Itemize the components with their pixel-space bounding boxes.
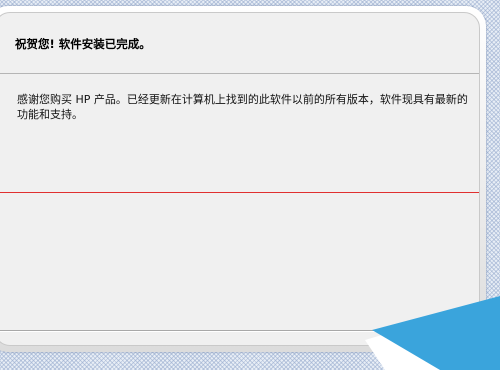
footer-divider-highlight — [0, 331, 479, 332]
header-area: 祝贺您! 软件安装已完成。 — [0, 13, 479, 74]
separator-line — [0, 192, 479, 193]
completion-title: 祝贺您! 软件安装已完成。 — [15, 37, 151, 51]
installer-window: 祝贺您! 软件安装已完成。 感谢您购买 HP 产品。已经更新在计算机上找到的此软… — [0, 6, 486, 352]
content-area: 祝贺您! 软件安装已完成。 感谢您购买 HP 产品。已经更新在计算机上找到的此软… — [0, 12, 480, 346]
completion-message: 感谢您购买 HP 产品。已经更新在计算机上找到的此软件以前的所有版本，软件现具有… — [17, 93, 468, 121]
